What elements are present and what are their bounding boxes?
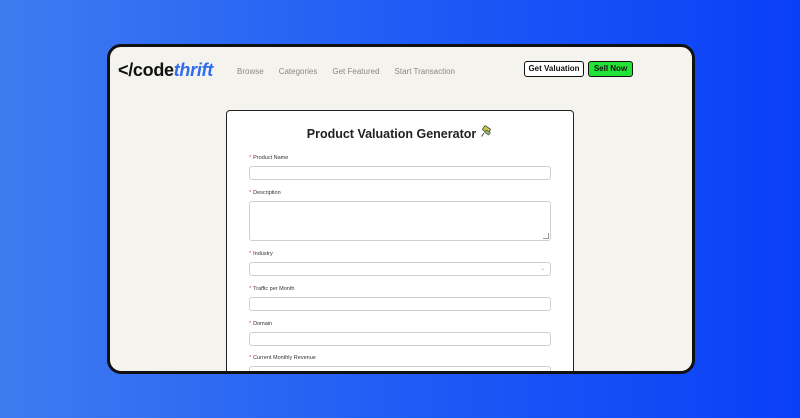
pin-icon [480, 125, 493, 141]
industry-label: * Industry [249, 251, 273, 257]
logo-code: code [132, 60, 174, 80]
nav-links: Browse Categories Get Featured Start Tra… [237, 67, 455, 76]
valuation-form-card: Product Valuation Generator * Product Nam… [226, 110, 574, 371]
get-valuation-button[interactable]: Get Valuation [524, 61, 584, 77]
required-marker: * [249, 251, 252, 257]
browser-window: </codethrift Browse Categories Get Featu… [107, 44, 695, 374]
form-title: Product Valuation Generator [227, 125, 573, 141]
top-nav: </codethrift Browse Categories Get Featu… [110, 47, 692, 97]
required-marker: * [249, 155, 252, 161]
description-textarea[interactable] [249, 201, 551, 241]
logo-bracket: </ [118, 60, 133, 80]
industry-select[interactable]: ⌄ [249, 262, 551, 276]
nav-categories[interactable]: Categories [279, 67, 318, 76]
codethrift-logo[interactable]: </codethrift [118, 60, 213, 81]
domain-label-text: Domain [253, 321, 273, 327]
traffic-input[interactable] [249, 297, 551, 311]
domain-label: * Domain [249, 321, 272, 327]
domain-input[interactable] [249, 332, 551, 346]
product-name-label: * Product Name [249, 155, 288, 161]
nav-browse[interactable]: Browse [237, 67, 264, 76]
form-title-text: Product Valuation Generator [306, 127, 477, 141]
nav-get-featured[interactable]: Get Featured [332, 67, 379, 76]
industry-label-text: Industry [253, 251, 273, 257]
required-marker: * [249, 190, 252, 196]
traffic-label-text: Traffic per Month [253, 286, 295, 292]
description-label: * Description [249, 190, 281, 196]
required-marker: * [249, 286, 252, 292]
product-name-input[interactable] [249, 166, 551, 180]
chevron-down-icon: ⌄ [539, 266, 545, 272]
logo-thrift: thrift [173, 60, 213, 80]
sell-now-button[interactable]: Sell Now [588, 61, 633, 77]
monthly-revenue-input[interactable] [249, 366, 551, 371]
monthly-revenue-label: * Current Monthly Revenue [249, 355, 316, 361]
traffic-label: * Traffic per Month [249, 286, 294, 292]
required-marker: * [249, 321, 252, 327]
description-label-text: Description [253, 190, 281, 196]
resize-handle-icon[interactable] [543, 233, 549, 239]
product-name-label-text: Product Name [253, 155, 289, 161]
nav-start-transaction[interactable]: Start Transaction [395, 67, 455, 76]
monthly-revenue-label-text: Current Monthly Revenue [253, 355, 316, 361]
required-marker: * [249, 355, 252, 361]
